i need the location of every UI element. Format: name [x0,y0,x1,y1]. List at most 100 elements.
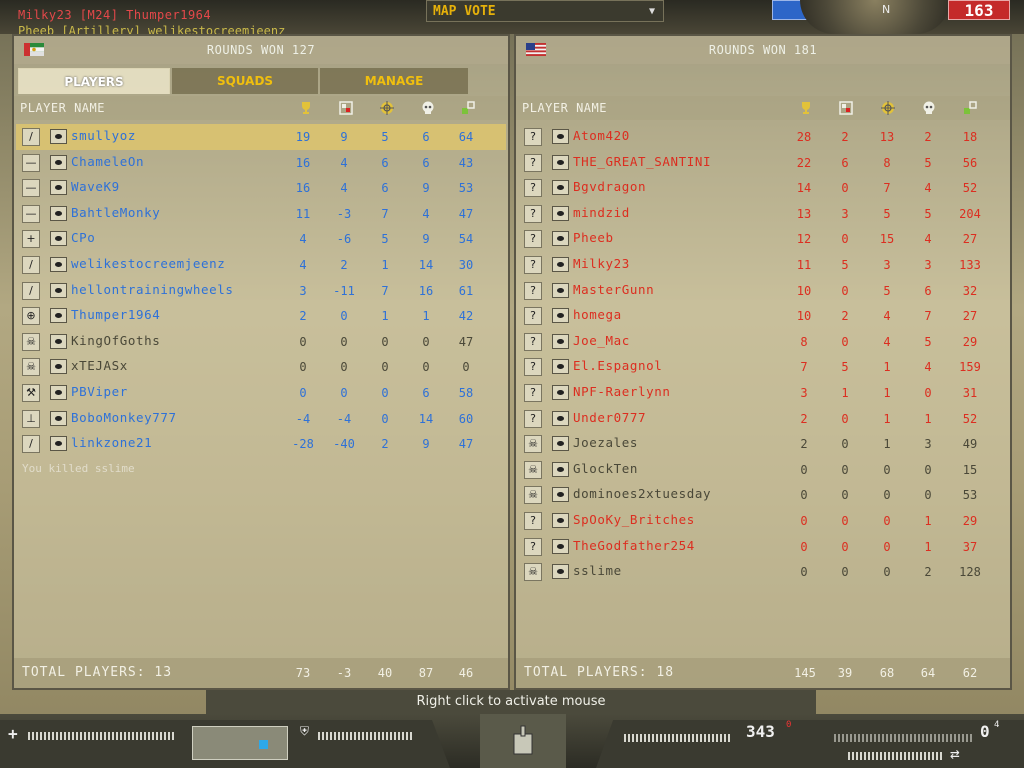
mute-toggle-icon[interactable] [552,282,569,298]
player-name: mindzid [573,204,630,220]
mute-toggle-icon[interactable] [50,282,67,298]
player-name: THE_GREAT_SANTINI [573,153,712,169]
player-row[interactable]: — BahtleMonky 11 -3 7 4 47 [16,201,506,227]
mute-toggle-icon[interactable] [50,231,67,247]
mute-toggle-icon[interactable] [50,333,67,349]
mute-toggle-icon[interactable] [552,410,569,426]
right-team-panel: ROUNDS WON 181 PLAYER NAME ? Atom420 28 2 13… [514,34,1012,690]
player-score: 12 [796,232,812,247]
player-objective: 2 [381,437,389,452]
player-score: 10 [796,309,812,324]
player-row[interactable]: ? homega 10 2 4 7 27 [518,303,1008,329]
mute-toggle-icon[interactable] [50,180,67,196]
player-deaths: 5 [924,206,932,221]
mute-toggle-icon[interactable] [50,384,67,400]
kill-feed-line-2: Pheeb [Artillery] welikestocreemjeenz [18,24,286,34]
player-row[interactable]: ☠ KingOfGoths 0 0 0 0 47 [16,329,506,355]
mute-toggle-icon[interactable] [552,154,569,170]
player-row[interactable]: ? Atom420 28 2 13 2 18 [518,124,1008,150]
total-score: 145 [794,666,816,680]
player-ping: 64 [458,130,474,144]
player-objective: 1 [883,411,891,426]
player-row[interactable]: ☠ sslime 0 0 0 2 128 [518,559,1008,585]
player-name: BoboMonkey777 [71,409,177,425]
player-kills: 5 [841,360,849,375]
mute-toggle-icon[interactable] [50,308,67,324]
player-row[interactable]: ⊥ BoboMonkey777 -4 -4 0 14 60 [16,406,506,432]
tab-manage[interactable]: MANAGE [320,68,468,94]
mute-toggle-icon[interactable] [50,256,67,272]
player-row[interactable]: ? SpOoKy_Britches 0 0 0 1 29 [518,508,1008,534]
player-row[interactable]: ☠ Joezales 2 0 1 3 49 [518,431,1008,457]
player-row[interactable]: ⚒ PBViper 0 0 0 6 58 [16,380,506,406]
player-row[interactable]: ? El.Espagnol 7 5 1 4 159 [518,354,1008,380]
player-kills: -6 [336,232,352,247]
mute-toggle-icon[interactable] [552,180,569,196]
map-vote-dropdown[interactable]: MAP VOTE ▼ [426,0,664,22]
player-row[interactable]: / linkzone21 -28 -40 2 9 47 [16,431,506,457]
player-row[interactable]: ? Pheeb 12 0 15 4 27 [518,226,1008,252]
tab-squads[interactable]: SQUADS [172,68,318,94]
mute-toggle-icon[interactable] [552,538,569,554]
player-row[interactable]: ? Bgvdragon 14 0 7 4 52 [518,175,1008,201]
mute-toggle-icon[interactable] [50,436,67,452]
mute-toggle-icon[interactable] [552,384,569,400]
player-row[interactable]: ? MasterGunn 10 0 5 6 32 [518,278,1008,304]
mute-toggle-icon[interactable] [50,205,67,221]
player-row[interactable]: — ChameleOn 16 4 6 6 43 [16,150,506,176]
mute-toggle-icon[interactable] [50,154,67,170]
player-row[interactable]: ? NPF-Raerlynn 3 1 1 0 31 [518,380,1008,406]
ammo-count: 343 [746,722,775,741]
kills-icon [839,101,853,115]
mute-toggle-icon[interactable] [552,256,569,272]
player-row[interactable]: / hellontrainingwheels 3 -11 7 16 61 [16,278,506,304]
mute-toggle-icon[interactable] [50,129,67,144]
mute-toggle-icon[interactable] [552,564,569,580]
player-ping: 32 [962,283,978,298]
player-row[interactable]: ? Joe_Mac 8 0 4 5 29 [518,329,1008,355]
player-row[interactable]: ⊕ Thumper1964 2 0 1 1 42 [16,303,506,329]
mute-toggle-icon[interactable] [552,487,569,503]
player-row[interactable]: ? THE_GREAT_SANTINI 22 6 8 5 56 [518,150,1008,176]
player-ping: 47 [458,206,474,221]
antitank-kit-icon: ⊥ [22,409,40,428]
player-name: linkzone21 [71,435,153,451]
player-row[interactable]: ☠ dominoes2xtuesday 0 0 0 0 53 [518,482,1008,508]
player-kills: 0 [841,488,849,503]
mute-toggle-icon[interactable] [552,308,569,324]
player-kills: 0 [340,385,348,400]
unknown-kit-icon: ? [524,153,542,172]
mute-toggle-icon[interactable] [552,231,569,247]
player-deaths: 1 [924,411,932,426]
tab-players[interactable]: PLAYERS [18,68,170,94]
mute-toggle-icon[interactable] [552,461,569,477]
player-row[interactable]: ? TheGodfather254 0 0 0 1 37 [518,534,1008,560]
player-name: dominoes2xtuesday [573,486,712,502]
player-row[interactable]: ? Under0777 2 0 1 1 52 [518,406,1008,432]
mute-toggle-icon[interactable] [552,333,569,349]
player-ping: 61 [458,283,474,298]
player-row[interactable]: ☠ GlockTen 0 0 0 0 15 [518,457,1008,483]
player-row[interactable]: ? Milky23 11 5 3 3 133 [518,252,1008,278]
mute-toggle-icon[interactable] [552,129,569,144]
mute-toggle-icon[interactable] [50,359,67,375]
mute-toggle-icon[interactable] [552,436,569,452]
player-row[interactable]: ? mindzid 13 3 5 5 204 [518,201,1008,227]
player-row[interactable]: ☠ xTEJASx 0 0 0 0 0 [16,354,506,380]
player-kills: -40 [333,437,355,452]
player-row[interactable]: + CPo 4 -6 5 9 54 [16,226,506,252]
player-name: SpOoKy_Britches [573,511,695,527]
player-kills: 5 [841,257,849,272]
mute-toggle-icon[interactable] [50,410,67,426]
mute-toggle-icon[interactable] [552,359,569,375]
player-row[interactable]: / smullyoz 19 9 5 6 64 [16,124,506,150]
player-row[interactable]: — WaveK9 16 4 6 9 53 [16,175,506,201]
mute-toggle-icon[interactable] [552,205,569,221]
mute-toggle-icon[interactable] [552,512,569,528]
fire-mode-icon: ⇄ [950,744,960,763]
player-row[interactable]: / welikestocreemjeenz 4 2 1 14 30 [16,252,506,278]
player-ping: 0 [462,360,470,375]
player-deaths: 2 [924,130,932,144]
player-kills: 3 [841,206,849,221]
player-objective: 5 [883,283,891,298]
